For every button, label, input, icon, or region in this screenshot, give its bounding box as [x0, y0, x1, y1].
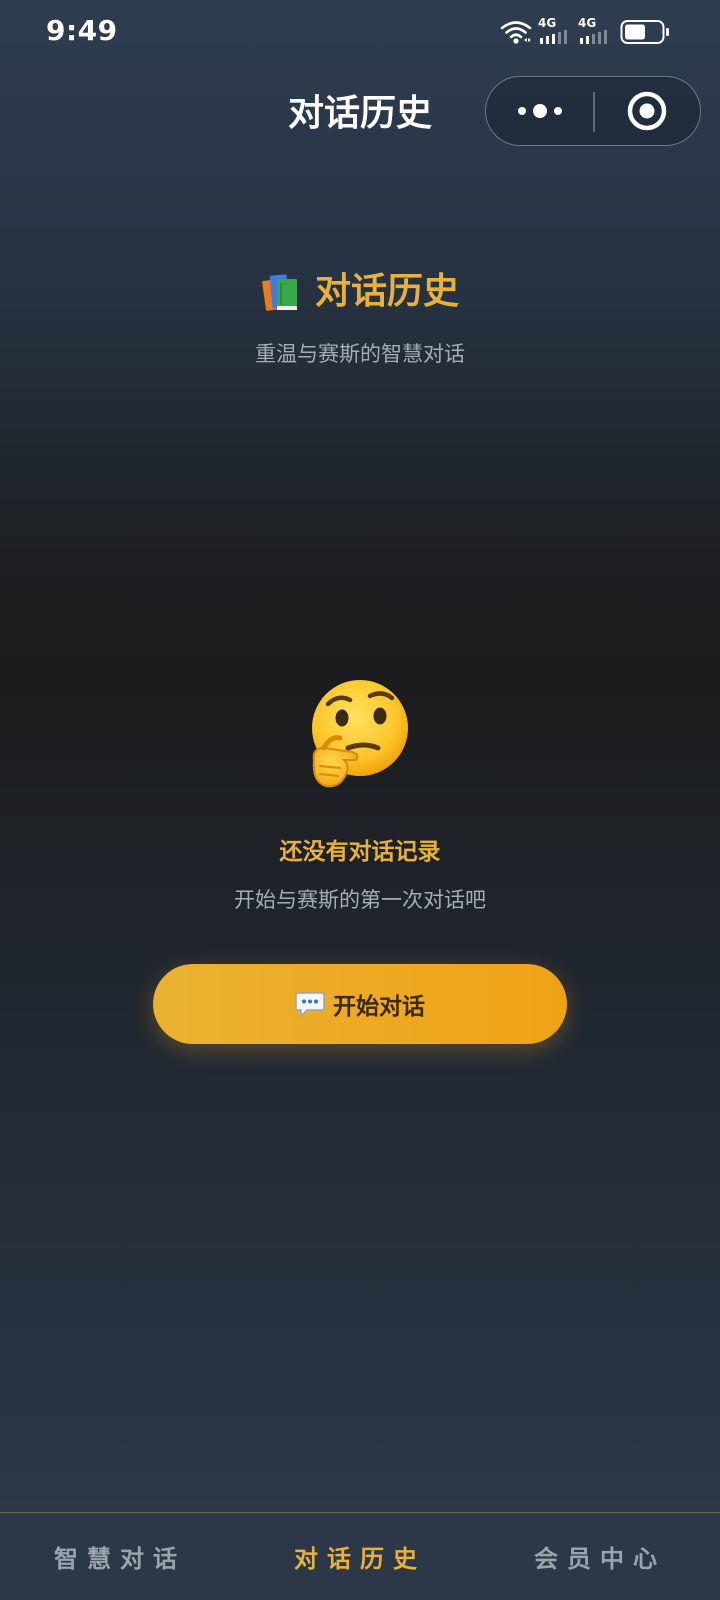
more-button[interactable] [486, 77, 593, 144]
close-button[interactable] [595, 77, 700, 144]
page-subtitle: 重温与赛斯的智慧对话 [255, 342, 465, 366]
status-time: 9:49 [46, 14, 118, 47]
start-chat-label: 开始对话 [333, 994, 425, 1020]
cellular-signal-1: 4G [538, 17, 572, 48]
network-type-label-2: 4G [578, 15, 597, 30]
cellular-signal-2: 4G [578, 17, 612, 48]
close-target-icon [595, 91, 700, 148]
thinking-face-icon [300, 676, 418, 794]
page-heading: 对话历史 [314, 271, 459, 312]
more-icon [486, 104, 593, 148]
mini-program-capsule [485, 76, 701, 146]
status-bar: 9:49 4G 4G [0, 0, 720, 64]
battery-icon [620, 19, 670, 45]
network-type-label-1: 4G [538, 15, 557, 30]
tab-smart-chat[interactable]: 智慧对话 [0, 1513, 240, 1599]
status-icons: 4G 4G [500, 16, 670, 48]
books-icon [261, 270, 305, 314]
cellular-signal-icon [578, 29, 612, 48]
tab-chat-history[interactable]: 对话历史 [240, 1513, 480, 1599]
tab-member-center[interactable]: 会员中心 [480, 1513, 720, 1599]
speech-bubble-icon [295, 990, 325, 1018]
cellular-signal-icon [538, 29, 572, 48]
empty-state-title: 还没有对话记录 [279, 839, 441, 865]
empty-state-description: 开始与赛斯的第一次对话吧 [234, 888, 486, 912]
page-header: 对话历史 [0, 262, 720, 322]
start-chat-button[interactable]: 开始对话 [153, 964, 567, 1044]
wifi-icon [500, 19, 532, 45]
tab-bar: 智慧对话 对话历史 会员中心 [0, 1512, 720, 1600]
